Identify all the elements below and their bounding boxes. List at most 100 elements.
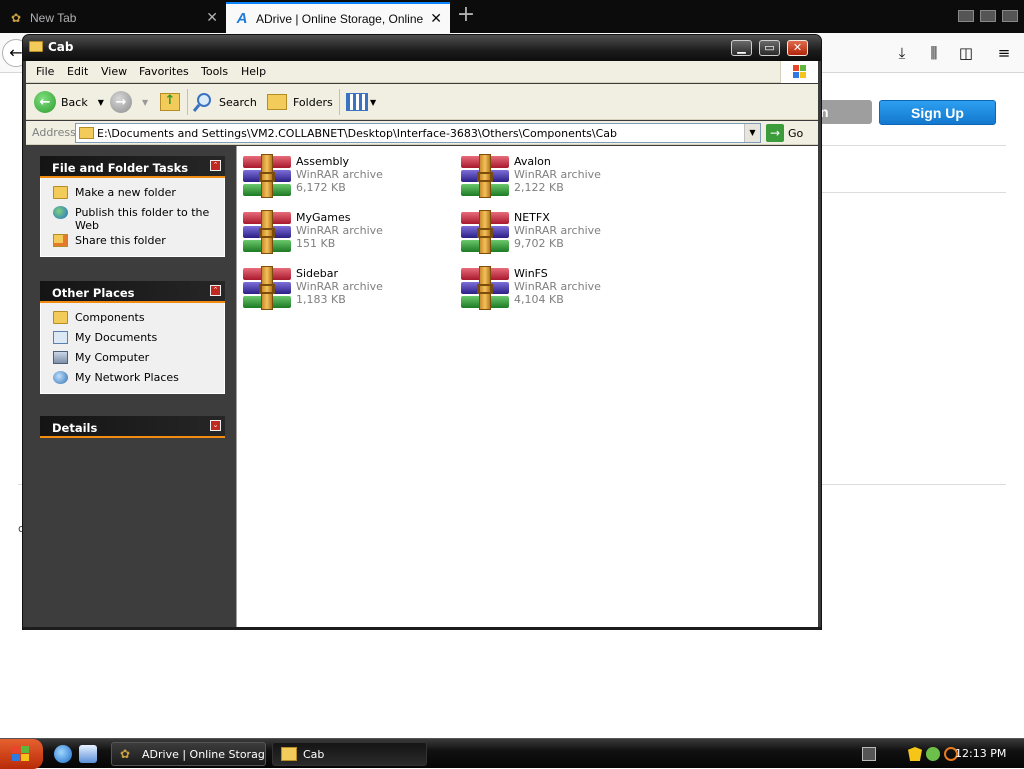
tab-title: New Tab [30,10,77,25]
folders-button[interactable]: Folders [267,89,333,115]
address-dropdown-button[interactable]: ▼ [744,124,760,142]
address-label: Address [32,126,76,139]
browser-minimize-button[interactable] [958,10,974,22]
menu-help[interactable]: Help [241,65,266,78]
clock: 12:13 PM [955,747,1007,760]
my-network-places-link[interactable]: My Network Places [41,369,224,389]
back-label: Back [61,95,88,109]
up-folder-button[interactable]: ↑ [160,89,180,115]
file-name: Sidebar [296,267,339,280]
other-places-header[interactable]: Other Places ⌃ [40,281,225,303]
maximize-button[interactable]: ▭ [759,40,780,56]
file-item-mygames[interactable]: MyGames WinRAR archive 151 KB [239,208,449,254]
minimize-button[interactable]: ▁ [731,40,752,56]
sidebar-icon[interactable]: ◫ [956,43,976,63]
network-icon[interactable] [926,747,940,761]
my-documents-link[interactable]: My Documents [41,329,224,349]
address-path: E:\Documents and Settings\VM2.COLLABNET\… [97,127,617,140]
views-button[interactable]: ▼ [346,89,376,115]
login-button[interactable]: n [820,100,872,124]
task-pane: File and Folder Tasks ⌃ Make a new folde… [26,146,236,627]
folder-icon [281,747,297,761]
new-tab-button[interactable]: + [454,4,478,28]
share-folder-link[interactable]: Share this folder [41,232,224,252]
security-shield-icon[interactable] [908,747,922,761]
publish-web-icon [53,206,68,219]
file-item-sidebar[interactable]: Sidebar WinRAR archive 1,183 KB [239,264,449,310]
browser-tab-adrive[interactable]: A ADrive | Online Storage, Online Ba ✕ [226,2,450,33]
menu-edit[interactable]: Edit [67,65,88,78]
forward-button[interactable]: → ▼ [110,89,148,115]
window-title-bar[interactable]: Cab ▁ ▭ ✕ [23,35,821,61]
file-size: 6,172 KB [296,181,346,194]
tab-title: ADrive | Online Storage, Online Ba [256,11,424,26]
file-item-netfx[interactable]: NETFX WinRAR archive 9,702 KB [457,208,667,254]
back-button[interactable]: ← Back ▼ [34,89,104,115]
link-label: Make a new folder [75,186,176,199]
explorer-window: Cab ▁ ▭ ✕ File Edit View Favorites Tools… [22,34,822,630]
chevron-down-icon: ▼ [97,97,104,107]
signup-button[interactable]: Sign Up [879,100,996,125]
address-input[interactable]: E:\Documents and Settings\VM2.COLLABNET\… [75,123,761,143]
link-label: My Documents [75,331,158,344]
link-label: Publish this folder to the Web [75,206,210,232]
folders-icon [267,94,287,110]
fox-favicon-icon: ✿ [10,10,22,25]
browser-tab-bar: ✿ New Tab ✕ A ADrive | Online Storage, O… [0,0,1024,33]
file-type: WinRAR archive [514,280,601,293]
collapse-icon[interactable]: ⌃ [210,160,221,171]
chevron-down-icon: ▼ [142,97,149,107]
close-tab-icon[interactable]: ✕ [426,10,442,27]
go-arrow-icon: → [766,124,784,142]
start-button[interactable] [0,739,43,769]
publish-folder-link[interactable]: Publish this folder to the Web [41,204,224,232]
folders-label: Folders [293,95,333,109]
taskbar: ✿ ADrive | Online Storag... Cab 12:13 PM [0,738,1024,769]
menu-favorites[interactable]: Favorites [139,65,189,78]
file-item-avalon[interactable]: Avalon WinRAR archive 2,122 KB [457,152,667,198]
menu-file[interactable]: File [36,65,54,78]
address-bar: Address E:\Documents and Settings\VM2.CO… [26,121,818,145]
library-icon[interactable]: ⫼ [924,43,944,63]
menu-tools[interactable]: Tools [201,65,228,78]
panel-title: Details [52,421,98,435]
file-folder-tasks-header[interactable]: File and Folder Tasks ⌃ [40,156,225,178]
download-icon[interactable]: ⤓ [892,43,912,63]
file-name: WinFS [514,267,548,280]
details-header[interactable]: Details ⌄ [40,416,225,438]
taskbar-button-adrive[interactable]: ✿ ADrive | Online Storag... [111,742,266,766]
expand-icon[interactable]: ⌄ [210,420,221,431]
forward-arrow-icon: → [110,91,132,113]
standard-toolbar: ← Back ▼ → ▼ ↑ Search Folders ▼ [26,84,818,120]
browser-maximize-button[interactable] [980,10,996,22]
windows-flag-icon [12,746,30,762]
panel-title: Other Places [52,286,135,300]
go-button[interactable]: → Go [766,123,803,143]
menu-view[interactable]: View [101,65,127,78]
file-list: Assembly WinRAR archive 6,172 KB Avalon … [236,146,818,627]
menu-icon[interactable]: ≡ [994,43,1014,63]
make-new-folder-link[interactable]: Make a new folder [41,184,224,204]
my-computer-icon [53,351,68,364]
search-button[interactable]: Search [192,89,257,115]
browser-close-button[interactable] [1002,10,1018,22]
fox-favicon-icon: ✿ [120,747,131,761]
file-folder-tasks-panel: File and Folder Tasks ⌃ Make a new folde… [40,156,225,257]
my-computer-link[interactable]: My Computer [41,349,224,369]
internet-explorer-icon[interactable] [54,745,72,763]
keyboard-icon[interactable] [862,747,876,761]
winrar-archive-icon [243,210,291,254]
components-link[interactable]: Components [41,309,224,329]
file-item-winfs[interactable]: WinFS WinRAR archive 4,104 KB [457,264,667,310]
close-tab-icon[interactable]: ✕ [206,9,218,26]
show-desktop-icon[interactable] [79,745,97,763]
browser-tab-new-tab[interactable]: ✿ New Tab ✕ [0,2,226,33]
collapse-icon[interactable]: ⌃ [210,285,221,296]
share-folder-icon [53,234,68,247]
new-folder-icon [53,186,68,199]
file-type: WinRAR archive [514,168,601,181]
menu-bar: File Edit View Favorites Tools Help [26,61,818,83]
close-button[interactable]: ✕ [787,40,808,56]
taskbar-button-cab[interactable]: Cab [272,742,427,766]
file-item-assembly[interactable]: Assembly WinRAR archive 6,172 KB [239,152,449,198]
